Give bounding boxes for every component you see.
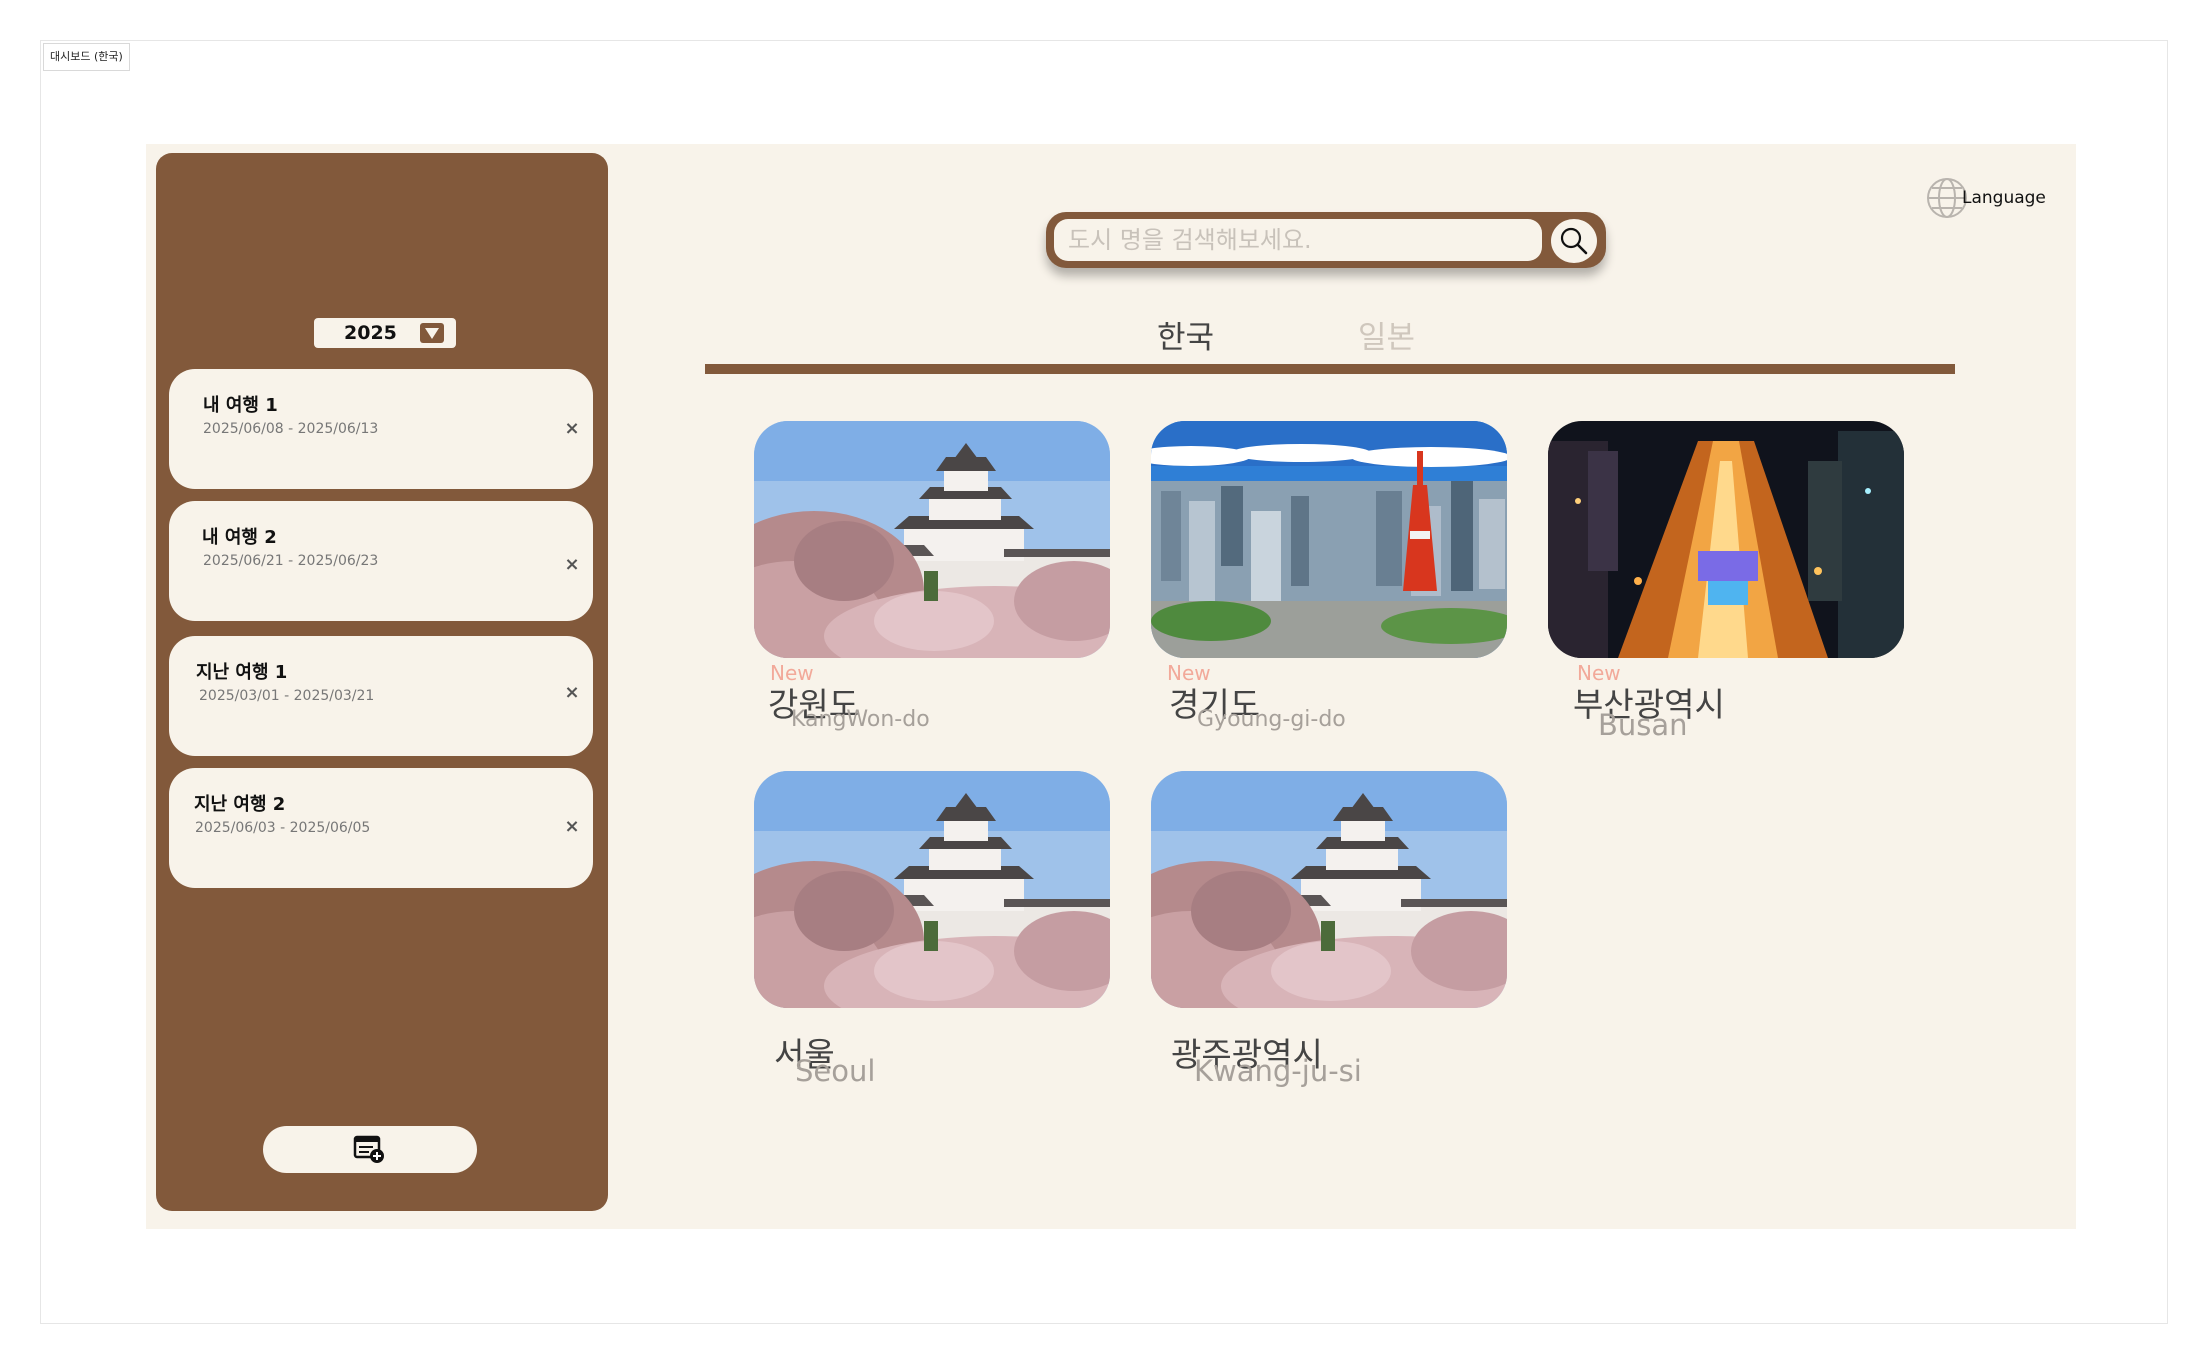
trip-dates: 2025/06/03 - 2025/06/05 xyxy=(195,820,371,836)
search-icon xyxy=(1560,227,1588,255)
trip-card[interactable]: 지난 여행 2 2025/06/03 - 2025/06/05 × xyxy=(169,768,593,888)
trip-title: 내 여행 2 xyxy=(202,527,277,548)
tab-underline xyxy=(705,364,1955,374)
region-name-en: Kwang-ju-si xyxy=(1194,1054,1362,1088)
trip-dates: 2025/06/21 - 2025/06/23 xyxy=(203,553,379,569)
trip-title: 지난 여행 1 xyxy=(196,662,288,683)
region-name-en: Busan xyxy=(1598,708,1688,742)
trip-title: 지난 여행 2 xyxy=(194,794,286,815)
trip-card[interactable]: 지난 여행 1 2025/03/01 - 2025/03/21 × xyxy=(169,636,593,756)
trip-card[interactable]: 내 여행 1 2025/06/08 - 2025/06/13 × xyxy=(169,369,593,489)
trip-title: 내 여행 1 xyxy=(203,395,278,416)
region-name-en: Seoul xyxy=(795,1054,876,1088)
region-name-en: Gyoung-gi-do xyxy=(1197,707,1346,732)
search-bar xyxy=(1046,212,1606,268)
region-card-image[interactable] xyxy=(1151,421,1507,658)
region-card-image[interactable] xyxy=(1548,421,1904,658)
tab-japan[interactable]: 일본 xyxy=(1358,312,1415,357)
close-icon[interactable]: × xyxy=(561,554,583,576)
search-button[interactable] xyxy=(1551,219,1597,263)
add-calendar-icon xyxy=(353,1135,384,1163)
region-card-image[interactable] xyxy=(754,771,1110,1008)
year-select[interactable]: 2025 xyxy=(314,318,456,348)
trip-dates: 2025/03/01 - 2025/03/21 xyxy=(199,688,375,704)
language-button[interactable]: Language xyxy=(1926,176,2046,220)
close-icon[interactable]: × xyxy=(561,682,583,704)
frame-label: 대시보드 (한국) xyxy=(43,43,130,71)
tab-korea[interactable]: 한국 xyxy=(1157,312,1214,357)
close-icon[interactable]: × xyxy=(561,816,583,838)
close-icon[interactable]: × xyxy=(561,418,583,440)
search-input[interactable] xyxy=(1054,219,1542,261)
region-card-image[interactable] xyxy=(754,421,1110,658)
add-trip-button[interactable] xyxy=(263,1126,477,1173)
chevron-down-icon[interactable] xyxy=(420,323,444,343)
language-label: Language xyxy=(1962,188,2046,208)
year-value: 2025 xyxy=(344,322,397,344)
trip-card[interactable]: 내 여행 2 2025/06/21 - 2025/06/23 × xyxy=(169,501,593,621)
trip-dates: 2025/06/08 - 2025/06/13 xyxy=(203,421,379,437)
region-card-image[interactable] xyxy=(1151,771,1507,1008)
region-name-en: KangWon-do xyxy=(791,707,930,732)
